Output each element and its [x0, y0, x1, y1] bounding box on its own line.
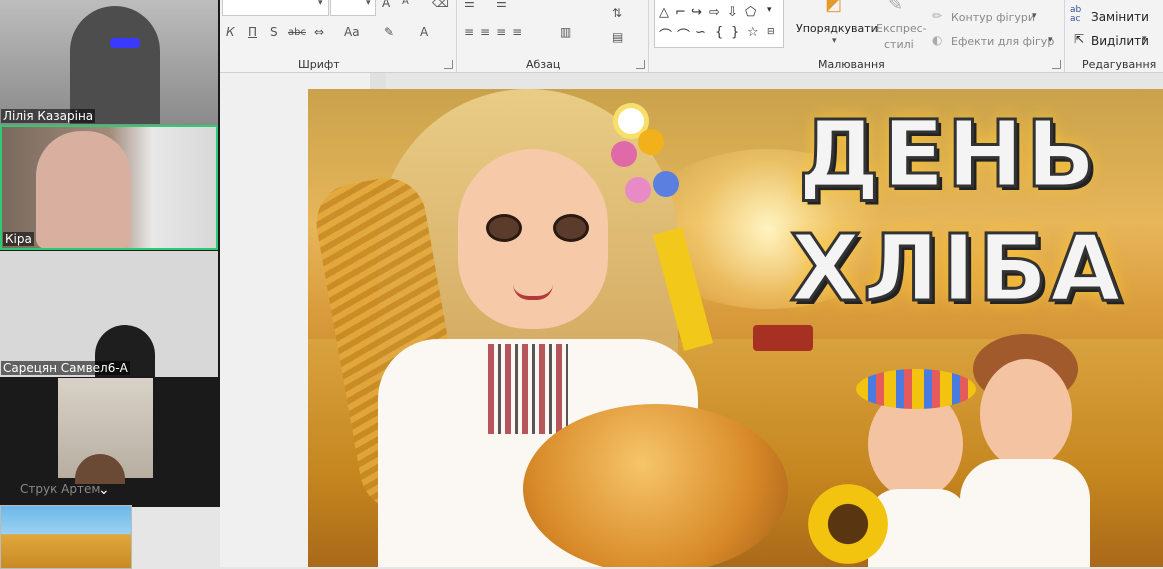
quick-styles-icon[interactable]: ✎	[888, 0, 903, 15]
highlight-icon[interactable]: ✎	[384, 25, 394, 39]
flower-wreath	[583, 89, 693, 209]
slide-editing-area: ДЕНЬ ХЛІБА	[220, 73, 1163, 567]
quick-styles-button[interactable]: Експрес-	[876, 22, 927, 35]
participant-video	[70, 6, 160, 124]
grow-font-button[interactable]: A	[382, 0, 390, 10]
numbering-icon[interactable]: ☰	[496, 0, 507, 10]
strikethrough-button[interactable]: abc	[288, 27, 306, 38]
glasses-glow	[110, 38, 140, 48]
ribbon: ▾ ▾ A A ⌫ К П S abc ⇔ Aa ✎ A Шрифт ☰ ☰ ≡…	[220, 0, 1163, 73]
arrange-icon[interactable]: ◩	[825, 0, 842, 15]
right-eye	[553, 214, 589, 242]
select-cursor-icon[interactable]: ⇱	[1074, 32, 1084, 46]
shape-outline-button[interactable]: Контур фігури	[951, 11, 1035, 24]
underline-button[interactable]: П	[248, 25, 257, 39]
bullets-icon[interactable]: ☰	[464, 0, 475, 10]
paragraph-dialog-launcher[interactable]	[636, 60, 645, 69]
chevron-down-icon[interactable]: ▾	[318, 0, 323, 8]
chevron-down-icon[interactable]: ▾	[366, 0, 371, 8]
participant-tile[interactable]: Лілія Казаріна	[0, 0, 218, 125]
shapes-gallery[interactable]: △ ⌐ ↪ ⇨ ⇩ ⬠ ⌒ ⌒ ∽{} ☆ ▾ ⊟	[654, 0, 784, 48]
drawing-dialog-launcher[interactable]	[1052, 60, 1061, 69]
chevron-down-icon[interactable]: ▾	[1048, 35, 1053, 45]
small-girl-wreath	[856, 369, 976, 409]
shadow-button[interactable]: S	[270, 25, 278, 39]
effects-icon[interactable]: ◐	[932, 33, 942, 47]
paragraph-align-icons[interactable]: ≡≡≡≡	[464, 25, 528, 39]
group-label-drawing: Малювання	[818, 58, 885, 71]
participant-name: Кіра	[3, 232, 34, 246]
participant-video	[36, 131, 131, 248]
left-eye	[486, 214, 522, 242]
tractor-image	[753, 325, 813, 351]
change-case-button[interactable]: Aa	[344, 25, 360, 39]
clear-format-icon[interactable]: ⌫	[432, 0, 449, 10]
font-dialog-launcher[interactable]	[444, 60, 453, 69]
participant-name: Сарецян Самвел6-А	[1, 361, 130, 375]
slide-thumbnail[interactable]	[0, 505, 132, 569]
select-button[interactable]: Виділити	[1091, 34, 1149, 48]
participant-name: Лілія Казаріна	[1, 109, 96, 123]
slide-canvas[interactable]: ДЕНЬ ХЛІБА	[308, 89, 1163, 567]
boy-shirt	[960, 459, 1090, 567]
chevron-down-icon[interactable]: ⌄	[98, 482, 110, 498]
arrange-button[interactable]: Упорядкувати	[796, 22, 878, 35]
replace-icon[interactable]: ab ac	[1070, 6, 1081, 24]
replace-button[interactable]: Замінити	[1091, 10, 1149, 24]
font-name-combo[interactable]	[222, 0, 329, 16]
bread-loaf	[523, 404, 788, 567]
participant-tile-active[interactable]: Кіра	[0, 125, 218, 250]
quick-styles-label-2: стилі	[884, 38, 914, 51]
video-participants-panel: Лілія Казаріна Кіра Сарецян Самвел6-А Ст…	[0, 0, 220, 507]
slide-title-line-1[interactable]: ДЕНЬ	[797, 100, 1098, 210]
align-text-icon[interactable]: ▤	[612, 30, 623, 44]
group-label-editing: Редагування	[1082, 58, 1157, 71]
sunflower	[808, 484, 888, 564]
italic-button[interactable]: К	[226, 25, 235, 39]
participant-tile[interactable]: Струк Артем ⌄	[0, 378, 218, 504]
shape-effects-button[interactable]: Ефекти для фігур	[951, 35, 1054, 48]
shirt-embroidery	[488, 344, 568, 434]
columns-icon[interactable]: ▥	[560, 25, 571, 39]
participant-name: Струк Артем	[20, 482, 101, 496]
text-direction-icon[interactable]: ⇅	[612, 6, 622, 20]
slide-title-line-2[interactable]: ХЛІБА	[789, 214, 1123, 324]
chevron-down-icon[interactable]: ▾	[1032, 11, 1037, 21]
outline-icon[interactable]: ✏	[932, 9, 942, 23]
participant-tile[interactable]: Сарецян Самвел6-А	[0, 251, 218, 377]
font-color-icon[interactable]: A	[420, 25, 428, 39]
chevron-down-icon[interactable]: ▾	[832, 36, 837, 46]
shrink-font-button[interactable]: A	[402, 0, 409, 7]
spacing-icon[interactable]: ⇔	[314, 25, 324, 39]
group-label-font: Шрифт	[298, 58, 340, 71]
group-label-paragraph: Абзац	[526, 58, 561, 71]
chevron-down-icon[interactable]: ▾	[1142, 34, 1147, 44]
boy-face	[980, 359, 1072, 469]
